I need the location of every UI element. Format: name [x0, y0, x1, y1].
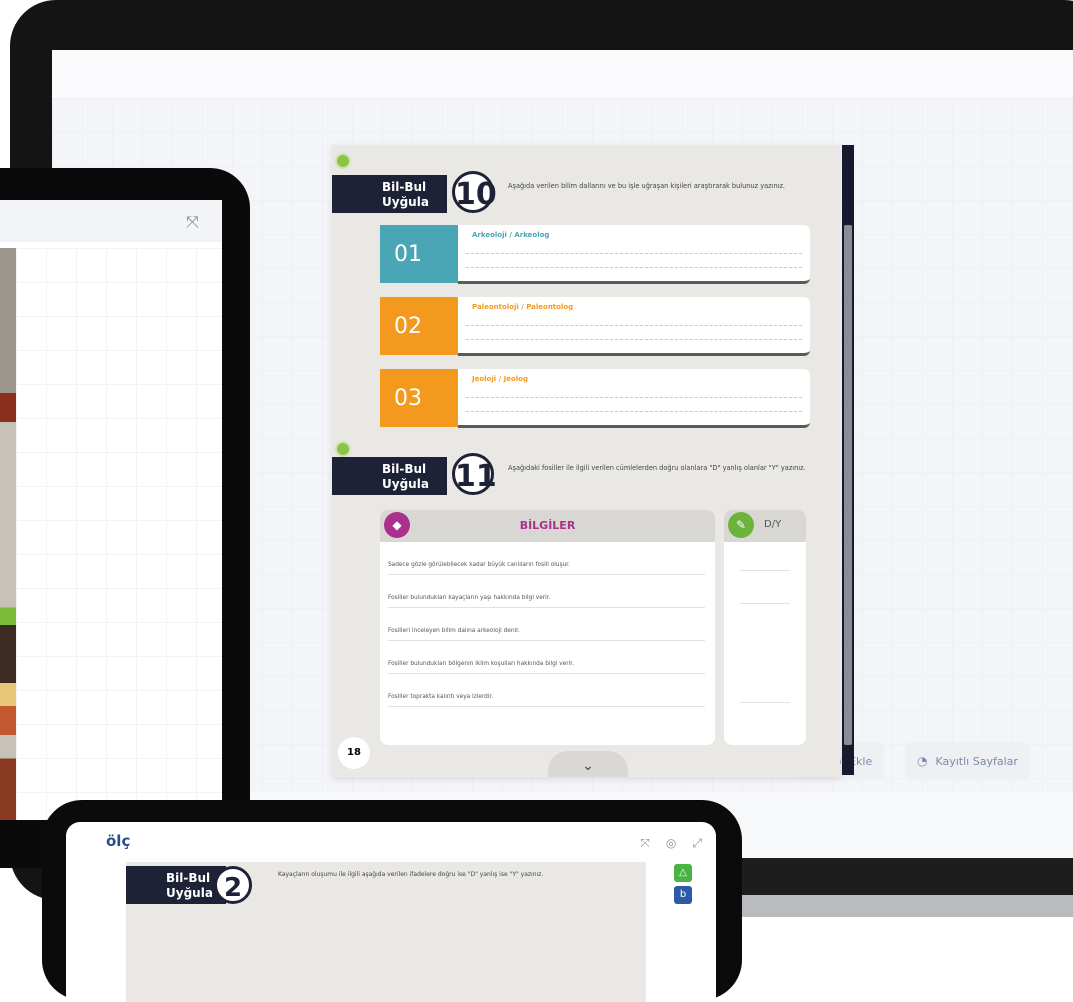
phone-side-tools: △ b [674, 864, 692, 904]
fact-row: Fosiller bulundukları bölgenin iklim koş… [388, 661, 705, 674]
answer-line [466, 411, 802, 413]
activity-11-instruction: Aşağıdaki fosiller ile ilgili verilen cü… [508, 464, 806, 472]
fullscreen-icon[interactable]: ⤢ [692, 836, 702, 851]
activity-2-instruction: Kayaçların oluşumu ile ilgili aşağıda ve… [278, 871, 544, 878]
monitor-stand [730, 858, 1073, 898]
fact-row: Fosiller bulundukları kayaçların yaşı ha… [388, 595, 705, 608]
answer-column-header: ✎ D/Y [724, 510, 806, 542]
answer-row: 03 Jeoloji / Jeolog [380, 369, 810, 428]
answer-column: ✎ D/Y [724, 510, 806, 745]
activity-11-title-2: Uyğula [382, 477, 429, 491]
facts-table-title: BİLGİLER [519, 519, 576, 532]
row-title: Jeoloji / Jeolog [472, 375, 528, 383]
answer-line [466, 253, 802, 255]
activity-10-instruction: Aşağıda verilen bilim dallarını ve bu iş… [508, 182, 786, 190]
tablet-screen: ⤧ [0, 200, 222, 820]
answer-line[interactable] [740, 570, 790, 571]
row-title: Paleontoloji / Paleontolog [472, 303, 574, 311]
expand-icon[interactable]: ⤧ [186, 212, 199, 232]
answer-row: 01 Arkeoloji / Arkeolog [380, 225, 810, 284]
home-icon[interactable]: △ [674, 864, 692, 882]
phone-screen: ölç ⤧ ◎ ⤢ Bil-Bul Uyğula 2 Kayaçların ol… [66, 822, 716, 1002]
row-badge: 01 [380, 225, 470, 283]
row-title: Arkeoloji / Arkeolog [472, 231, 550, 239]
activity-2-header: Bil-Bul Uyğula 2 [126, 866, 252, 904]
fact-row: Fosilleri inceleyen bilim dalına arkeolo… [388, 628, 705, 641]
target-icon[interactable]: ◎ [666, 836, 676, 851]
row-badge: 02 [380, 297, 470, 355]
activity-11-number: 11 [452, 453, 497, 495]
save-icon: ◔ [917, 754, 928, 768]
book-page: Bil-Bul Uyğula 10 Aşağıda verilen bilim … [332, 145, 840, 777]
monitor-base [730, 895, 1073, 917]
activity-10-title-2: Uyğula [382, 195, 429, 209]
activity-2-number: 2 [214, 866, 252, 904]
phone-frame: ölç ⤧ ◎ ⤢ Bil-Bul Uyğula 2 Kayaçların ol… [42, 800, 742, 1002]
saved-pages-label: Kayıtlı Sayfalar [935, 754, 1018, 768]
fact-row: Fosiller toprakta kalıntı veya izlerdir. [388, 694, 705, 707]
phone-toolbar: ⤧ ◎ ⤢ [640, 836, 702, 851]
activity-10-header: Bil-Bul Uyğula 10 [332, 171, 497, 213]
answer-column-title: D/Y [764, 519, 782, 530]
tablet-background [16, 248, 222, 820]
row-body[interactable]: Jeoloji / Jeolog [458, 369, 810, 428]
facts-table-header: ◆ BİLGİLER [380, 510, 715, 542]
tablet-frame: ⤧ [0, 168, 250, 868]
phone-page: Bil-Bul Uyğula 2 Kayaçların oluşumu ile … [126, 862, 646, 1002]
activity-10-title-1: Bil-Bul [382, 180, 427, 194]
answer-line [466, 397, 802, 399]
row-body[interactable]: Paleontoloji / Paleontolog [458, 297, 810, 356]
fact-row: Sadece gözle görülebilecek kadar büyük c… [388, 562, 705, 575]
answer-line [466, 325, 802, 327]
expand-icon[interactable]: ⤧ [640, 836, 650, 851]
app-logo: ölç [106, 832, 131, 850]
row-badge: 03 [380, 369, 470, 427]
scrollbar-thumb[interactable] [844, 225, 852, 745]
top-bar [52, 50, 1073, 99]
saved-pages-button[interactable]: ◔ Kayıtlı Sayfalar [905, 742, 1030, 780]
activity-11-header: Bil-Bul Uyğula 11 [332, 453, 497, 495]
activity-11-title-1: Bil-Bul [382, 462, 427, 476]
row-body[interactable]: Arkeoloji / Arkeolog [458, 225, 810, 284]
tablet-image-strip [0, 248, 16, 820]
tablet-top-bar: ⤧ [0, 200, 222, 242]
answer-line [466, 267, 802, 269]
activity-dot [335, 441, 351, 457]
answer-row: 02 Paleontoloji / Paleontolog [380, 297, 810, 356]
activity-dot [335, 153, 351, 169]
page-number: 18 [338, 737, 370, 769]
answer-line[interactable] [740, 702, 790, 703]
bookmark-icon[interactable]: b [674, 886, 692, 904]
activity-10-number: 10 [452, 171, 497, 213]
chevron-down-icon[interactable]: ⌄ [548, 751, 628, 777]
pencil-icon: ✎ [728, 512, 754, 538]
answer-line[interactable] [740, 603, 790, 604]
facts-table: ◆ BİLGİLER Sadece gözle görülebilecek ka… [380, 510, 715, 745]
page-scrollbar[interactable] [842, 145, 854, 775]
answer-line [466, 339, 802, 341]
